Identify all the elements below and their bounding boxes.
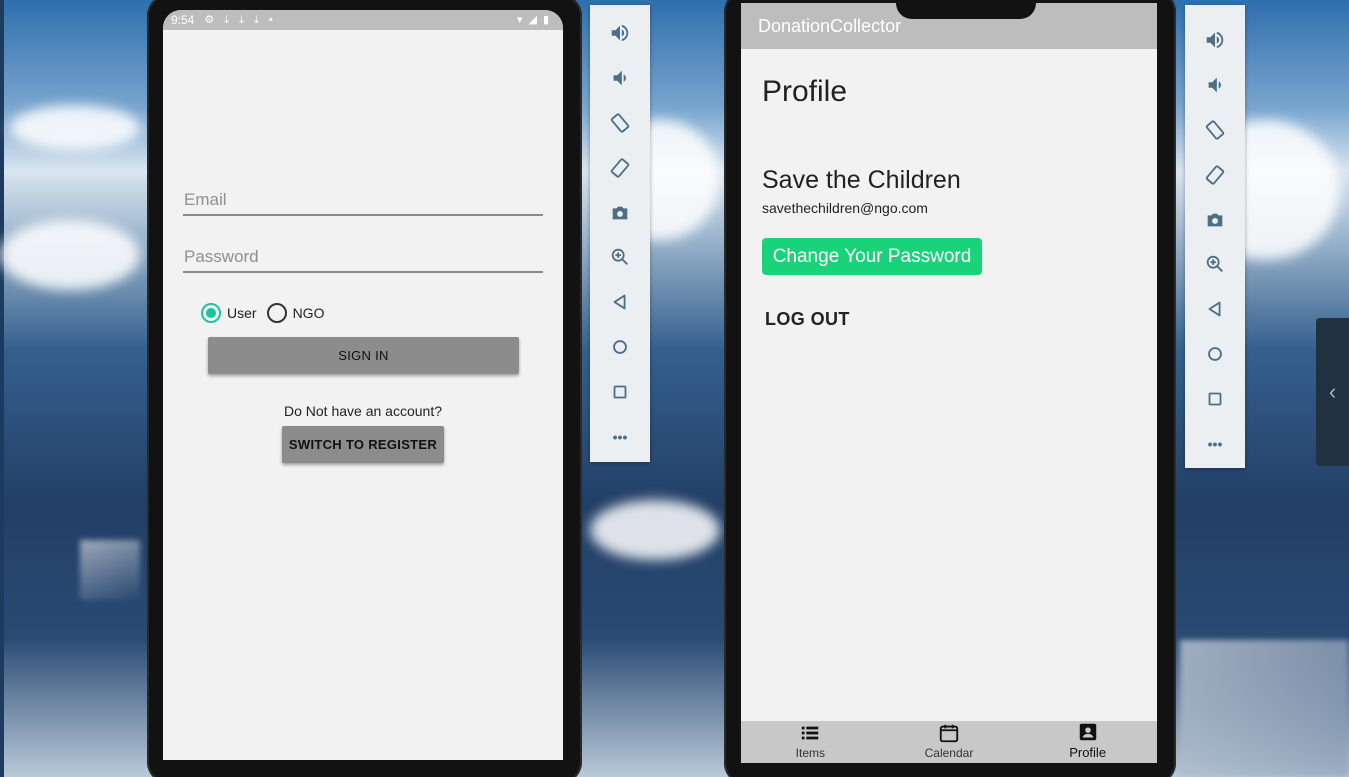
download-icon: ⤓	[224, 13, 230, 26]
camera-icon[interactable]	[590, 190, 650, 235]
radio-ngo-label[interactable]: NGO	[293, 305, 325, 321]
email-input[interactable]	[183, 186, 543, 214]
overview-icon[interactable]	[590, 369, 650, 414]
radio-ngo[interactable]	[266, 303, 287, 323]
calendar-icon	[939, 724, 959, 743]
volume-down-icon[interactable]	[1185, 63, 1245, 108]
login-phone-frame: 9:54 ⚙ ⤓ ⤓ ⤓ • ▾ ◢ ▮ User NGO SIGN IN Do…	[147, 0, 582, 777]
emulator-toolbar-right: •••	[1185, 5, 1245, 468]
change-password-button[interactable]: Change Your Password	[762, 238, 982, 275]
password-field	[183, 243, 543, 273]
nav-label-items: Items	[795, 746, 825, 760]
overview-icon[interactable]	[1185, 376, 1245, 421]
nav-item-profile[interactable]: Profile	[1038, 721, 1138, 760]
background-snow	[1180, 640, 1349, 777]
more-icon[interactable]: •••	[1185, 421, 1245, 466]
camera-notch	[896, 3, 1036, 19]
status-time: 9:54	[171, 13, 195, 27]
profile-icon	[1079, 723, 1096, 741]
side-panel-toggle[interactable]: ‹	[1316, 318, 1349, 466]
background-cloud	[10, 105, 140, 150]
organization-email: savethechildren@ngo.com	[762, 200, 928, 216]
nav-label-calendar: Calendar	[924, 746, 974, 760]
home-icon[interactable]	[590, 325, 650, 370]
wifi-icon: ▾	[516, 13, 523, 26]
zoom-icon[interactable]	[1185, 242, 1245, 287]
email-field	[183, 186, 543, 216]
rotate-right-icon[interactable]	[1185, 152, 1245, 197]
desktop-edge	[0, 0, 4, 777]
chevron-left-icon: ‹	[1328, 379, 1337, 404]
status-bar: 9:54 ⚙ ⤓ ⤓ ⤓ • ▾ ◢ ▮	[163, 10, 563, 30]
volume-up-icon[interactable]	[1185, 18, 1245, 63]
rotate-left-icon[interactable]	[590, 101, 650, 146]
switch-to-register-button[interactable]: SWITCH TO REGISTER	[282, 426, 444, 463]
background-snow	[80, 540, 140, 600]
profile-screen: DonationCollector Profile Save the Child…	[741, 3, 1157, 763]
nav-item-items[interactable]: Items	[760, 722, 860, 760]
radio-user-label[interactable]: User	[227, 305, 257, 321]
back-icon[interactable]	[1185, 287, 1245, 332]
download-icon: ⤓	[253, 13, 259, 26]
home-icon[interactable]	[1185, 332, 1245, 377]
sign-in-button[interactable]: SIGN IN	[208, 337, 519, 374]
app-title: DonationCollector	[758, 15, 902, 36]
login-screen: 9:54 ⚙ ⤓ ⤓ ⤓ • ▾ ◢ ▮ User NGO SIGN IN Do…	[163, 10, 563, 760]
nav-item-calendar[interactable]: Calendar	[899, 722, 999, 760]
zoom-icon[interactable]	[590, 235, 650, 280]
rotate-left-icon[interactable]	[1185, 108, 1245, 153]
back-icon[interactable]	[590, 280, 650, 325]
nav-label-profile: Profile	[1069, 745, 1107, 760]
volume-down-icon[interactable]	[590, 56, 650, 101]
background-cloud	[590, 500, 720, 560]
bottom-navigation: Items Calendar Profile	[741, 721, 1157, 763]
more-icon[interactable]: •••	[590, 414, 650, 459]
profile-phone-frame: DonationCollector Profile Save the Child…	[724, 0, 1176, 777]
dot-icon: •	[268, 13, 273, 26]
signal-icon: ◢	[528, 13, 537, 26]
emulator-toolbar-left: •••	[590, 5, 650, 462]
background-cloud	[0, 220, 140, 290]
role-radio-group: User NGO	[201, 303, 324, 323]
rotate-right-icon[interactable]	[590, 145, 650, 190]
logout-button[interactable]: LOG OUT	[765, 309, 850, 330]
battery-icon: ▮	[542, 13, 549, 26]
volume-up-icon[interactable]	[590, 11, 650, 56]
gear-icon: ⚙	[204, 13, 215, 26]
download-icon: ⤓	[239, 13, 244, 26]
radio-user[interactable]	[201, 303, 221, 323]
organization-name: Save the Children	[762, 166, 961, 194]
list-icon	[802, 726, 819, 740]
camera-icon[interactable]	[1185, 197, 1245, 242]
page-title: Profile	[762, 75, 848, 108]
register-prompt: Do Not have an account?	[284, 403, 442, 419]
password-input[interactable]	[183, 243, 543, 271]
